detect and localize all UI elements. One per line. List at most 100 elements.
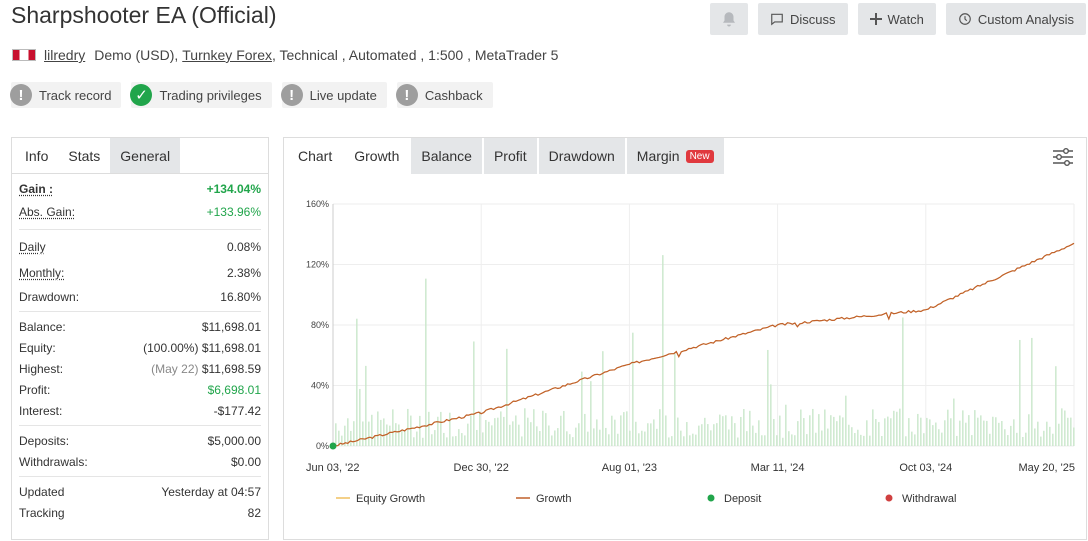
volume-bar — [629, 430, 631, 446]
status-badges: ! Track record ✓ Trading privileges ! Li… — [10, 82, 493, 108]
volume-bar — [431, 434, 433, 446]
volume-bar — [1049, 426, 1051, 446]
trading-privileges-badge[interactable]: ✓ Trading privileges — [130, 82, 272, 108]
tab-growth[interactable]: Growth — [344, 138, 410, 174]
volume-bar — [836, 421, 838, 446]
volume-bar — [746, 431, 748, 446]
tab-profit[interactable]: Profit — [483, 138, 537, 174]
user-link[interactable]: lilredry — [44, 47, 85, 63]
volume-bar — [614, 419, 616, 446]
legend-label: Equity Growth — [356, 493, 425, 505]
track-record-badge[interactable]: ! Track record — [10, 82, 122, 108]
tab-info[interactable]: Info — [12, 138, 58, 173]
volume-bar — [869, 435, 871, 446]
tab-margin[interactable]: Margin New — [626, 138, 724, 174]
new-badge: New — [685, 149, 714, 163]
volume-bar — [554, 430, 556, 446]
volume-bar — [560, 415, 562, 446]
volume-bar — [428, 411, 430, 446]
volume-bar — [377, 411, 379, 446]
volume-bar — [575, 427, 577, 446]
chart-settings-button[interactable] — [1052, 147, 1074, 172]
volume-bar — [371, 414, 373, 446]
volume-bar — [404, 429, 406, 446]
volume-bar — [755, 432, 757, 446]
tab-chart[interactable]: Chart — [284, 138, 342, 174]
monthly-label[interactable]: Monthly: — [19, 266, 64, 280]
volume-bar — [686, 422, 688, 446]
watch-button[interactable]: Watch — [857, 3, 936, 35]
volume-bar — [1010, 425, 1012, 446]
broker-link[interactable]: Turnkey Forex — [182, 47, 272, 63]
live-update-badge[interactable]: ! Live update — [280, 82, 387, 108]
tab-general[interactable]: General — [110, 138, 181, 173]
volume-bar — [533, 409, 535, 446]
growth-chart[interactable]: 0% 40% 80% 120% 160% Jun 03, '22 Dec 30, '22 A… — [284, 174, 1086, 539]
volume-bar — [473, 341, 475, 446]
sliders-icon — [1053, 148, 1073, 166]
volume-bar — [701, 424, 703, 446]
volume-bar — [356, 318, 358, 446]
tab-margin-label: Margin — [636, 148, 680, 164]
chart-grid — [332, 203, 1075, 447]
volume-bar — [1031, 337, 1033, 446]
volume-bar — [581, 371, 583, 446]
y-tick-label: 0% — [316, 441, 329, 451]
volume-bar — [794, 435, 796, 446]
equity-amount: $11,698.01 — [201, 340, 261, 355]
custom-analysis-button[interactable]: Custom Analysis — [945, 3, 1086, 35]
x-tick-label: Mar 11, '24 — [751, 462, 805, 474]
volume-bar — [1028, 414, 1030, 446]
volume-bar — [902, 317, 904, 446]
volume-bar — [620, 415, 622, 446]
y-tick-label: 160% — [306, 199, 329, 209]
volume-bar — [623, 412, 625, 446]
volume-bar — [965, 422, 967, 446]
tab-stats[interactable]: Stats — [58, 138, 111, 173]
tab-drawdown[interactable]: Drawdown — [538, 138, 625, 174]
volume-bar — [881, 436, 883, 446]
custom-analysis-label: Custom Analysis — [977, 11, 1074, 27]
volume-bar — [716, 423, 718, 446]
volume-bar — [707, 424, 709, 446]
volume-bar — [719, 414, 721, 446]
discuss-button[interactable]: Discuss — [758, 3, 848, 35]
tab-balance[interactable]: Balance — [411, 138, 482, 174]
daily-label[interactable]: Daily — [19, 240, 46, 254]
stat-row-withdrawals: Withdrawals: $0.00 — [19, 451, 261, 472]
volume-bar — [833, 416, 835, 446]
volume-bar — [563, 410, 565, 446]
volume-bar — [368, 421, 370, 446]
gain-label[interactable]: Gain : — [19, 182, 53, 196]
volume-bar — [509, 424, 511, 446]
volume-bar — [410, 415, 412, 446]
volume-bar — [737, 437, 739, 446]
volume-bar — [758, 420, 760, 446]
volume-bar — [347, 418, 349, 446]
volume-bar — [926, 417, 928, 446]
volume-bar — [635, 421, 637, 446]
volume-bar — [1040, 436, 1042, 446]
volume-bar — [389, 425, 391, 446]
abs-gain-label[interactable]: Abs. Gain: — [19, 205, 75, 219]
volume-bar — [968, 415, 970, 446]
volume-bar — [899, 408, 901, 446]
equity-pct: (100.00%) — [143, 340, 199, 355]
volume-bar — [608, 434, 610, 446]
volume-bar — [941, 432, 943, 446]
volume-bar — [518, 424, 520, 446]
volume-bar — [1055, 366, 1057, 446]
volume-bar — [986, 420, 988, 446]
volume-bar — [935, 422, 937, 446]
volume-bar — [551, 435, 553, 446]
cashback-badge[interactable]: ! Cashback — [395, 82, 493, 108]
gain-group: Gain : +134.04% Abs. Gain: +133.96% — [19, 174, 261, 230]
stat-row-abs-gain: Abs. Gain: +133.96% — [19, 199, 261, 225]
volume-bar — [536, 426, 538, 446]
notifications-button[interactable] — [710, 3, 749, 35]
volume-bar — [1070, 417, 1072, 446]
volume-bar — [803, 418, 805, 446]
volume-bar — [647, 423, 649, 446]
volume-bar — [932, 425, 934, 446]
volume-bar — [464, 435, 466, 446]
